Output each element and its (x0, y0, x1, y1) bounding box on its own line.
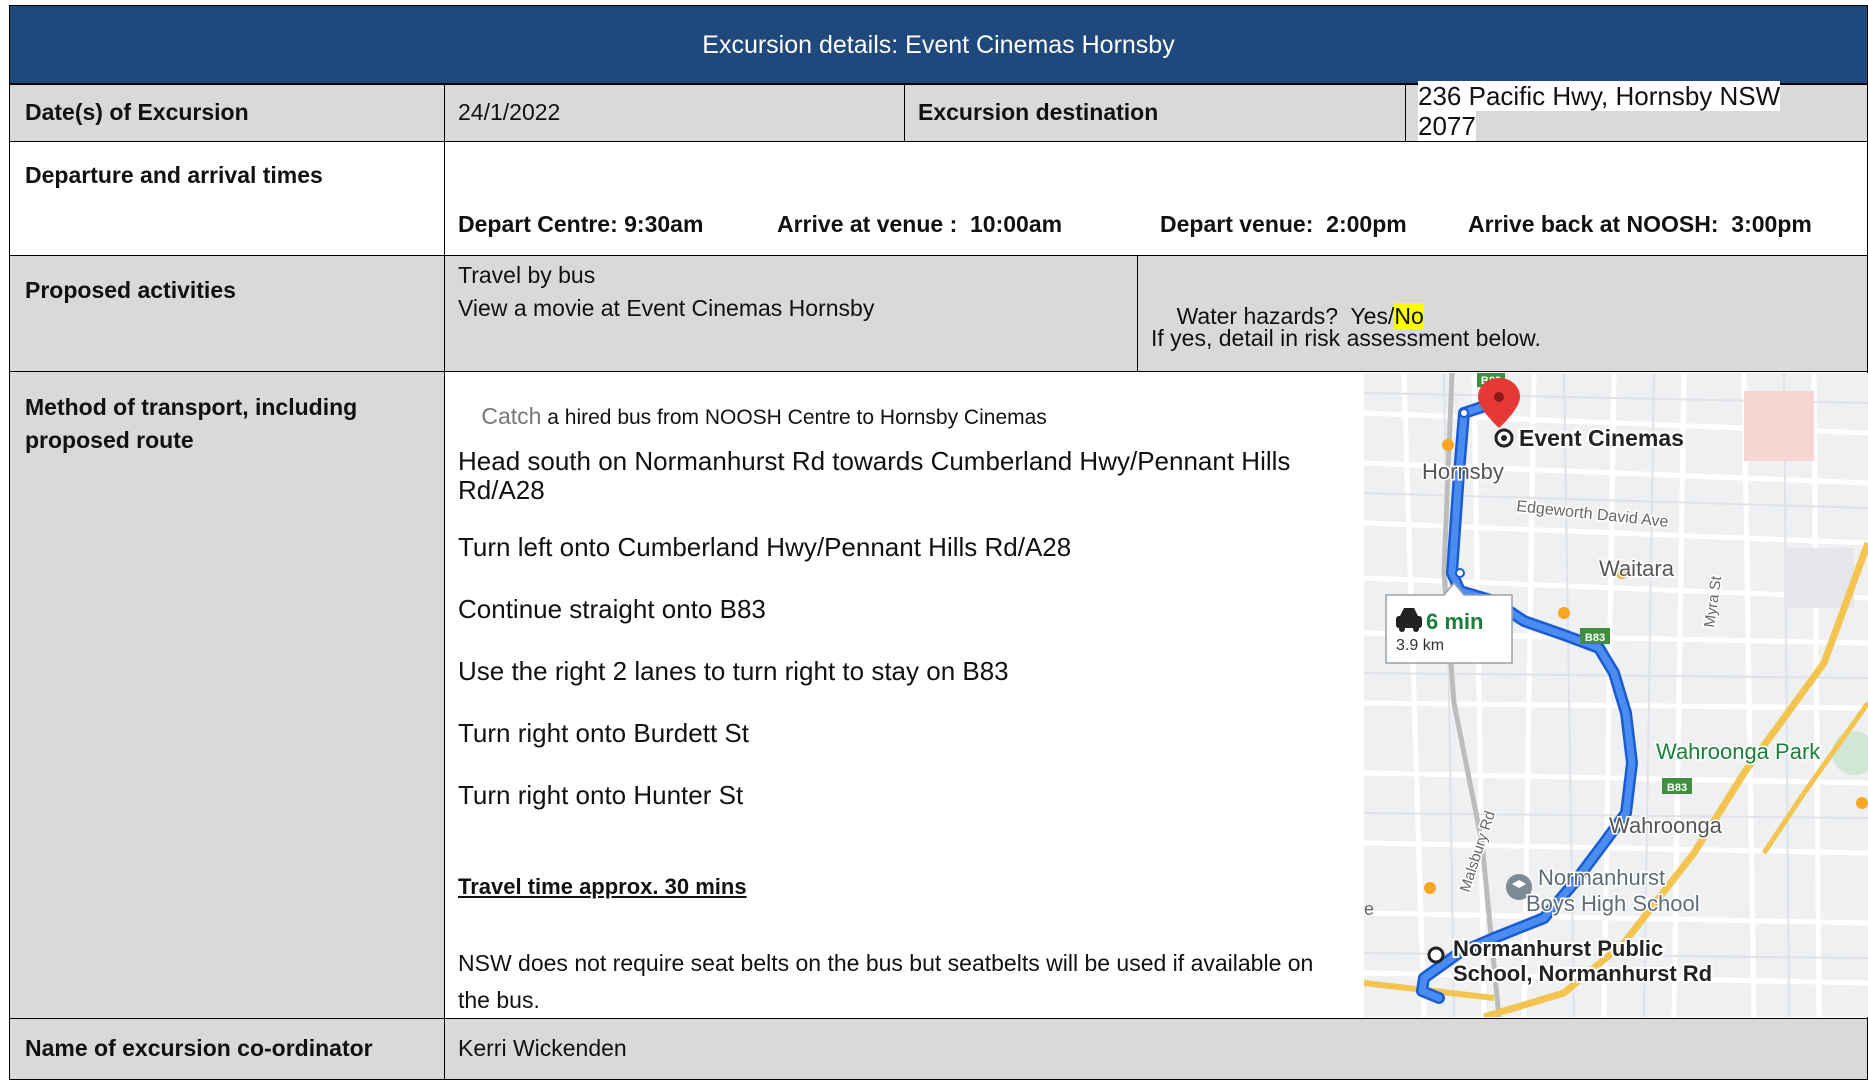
route-duration: 6 min (1426, 609, 1483, 634)
map-label-wahroonga: Wahroonga (1609, 813, 1723, 838)
dates-value: 24/1/2022 (458, 99, 561, 125)
route-map: B83 B83 B83 Event Cinemas Hornsby Edgewo… (1364, 373, 1868, 1017)
dates-label-cell: Date(s) of Excursion (9, 84, 445, 142)
route-steps: Head south on Normanhurst Rd towards Cum… (458, 447, 1328, 843)
route-distance: 3.9 km (1396, 637, 1444, 654)
map-label-boys-high-1: Normanhurst (1538, 865, 1665, 890)
svg-text:B83: B83 (1585, 632, 1605, 644)
origin-marker-icon (1427, 946, 1445, 964)
transport-label: Method of transport, including proposed … (25, 391, 357, 457)
catch-rest: a hired bus from NOOSH Centre to Hornsby… (541, 406, 1047, 429)
travel-time: Travel time approx. 30 mins (458, 874, 747, 899)
destination-line2: 2077 (1418, 111, 1476, 141)
map-label-event-cinemas: Event Cinemas (1519, 425, 1684, 451)
activities-label: Proposed activities (25, 277, 236, 303)
destination-label: Excursion destination (918, 99, 1159, 125)
water-hazards-cell: Water hazards? Yes/No If yes, detail in … (1137, 255, 1868, 372)
activities-label-cell: Proposed activities (9, 255, 445, 372)
dates-label: Date(s) of Excursion (25, 99, 249, 125)
depart-centre-time: Depart Centre: 9:30am (458, 211, 704, 237)
water-hazards-note: If yes, detail in risk assessment below. (1151, 325, 1541, 351)
depart-venue-time: Depart venue: 2:00pm (1160, 211, 1407, 237)
coordinator-value-cell: Kerri Wickenden (444, 1018, 1868, 1080)
b83-shield: B83 (1662, 778, 1692, 794)
route-step: Turn left onto Cumberland Hwy/Pennant Hi… (458, 532, 1072, 562)
arrive-venue-time: Arrive at venue : 10:00am (777, 211, 1063, 237)
map-label-origin-2: School, Normanhurst Rd (1453, 961, 1712, 986)
route-step: Turn right onto Burdett St (458, 718, 749, 748)
destination-address: 236 Pacific Hwy, Hornsby NSW 2077 (1418, 81, 1858, 141)
times-value-cell: Depart Centre: 9:30am Arrive at venue : … (444, 141, 1868, 256)
coordinator-value: Kerri Wickenden (458, 1035, 627, 1061)
b83-shield: B83 (1580, 628, 1610, 644)
dates-value-cell: 24/1/2022 (444, 84, 905, 142)
route-step: Head south on Normanhurst Rd towards Cum… (458, 446, 1291, 505)
map-label-waitara: Waitara (1599, 556, 1675, 581)
seatbelt-note: NSW does not require seat belts on the b… (458, 950, 1314, 1013)
route-step: Turn right onto Hunter St (458, 780, 744, 810)
coordinator-label-cell: Name of excursion co-ordinator (9, 1018, 445, 1080)
map-label-wahroonga-park: Wahroonga Park (1656, 739, 1821, 764)
times-label: Departure and arrival times (25, 162, 323, 188)
destination-label-cell: Excursion destination (904, 84, 1406, 142)
map-label-edge: e (1364, 899, 1374, 919)
transport-label-line1: Method of transport, including (25, 394, 358, 420)
times-label-cell: Departure and arrival times (9, 141, 445, 256)
route-duration-box: 6 min 3.9 km (1385, 581, 1513, 664)
map-label-hornsby: Hornsby (1422, 459, 1504, 484)
route-step: Use the right 2 lanes to turn right to s… (458, 656, 1009, 686)
activity-movie: View a movie at Event Cinemas Hornsby (458, 295, 875, 321)
map-label-origin-1: Normanhurst Public (1453, 936, 1663, 961)
catch-word: Catch (481, 403, 542, 429)
coordinator-label: Name of excursion co-ordinator (25, 1035, 373, 1061)
catch-line: Catch a hired bus from NOOSH Centre to H… (458, 379, 1047, 454)
transport-label-line2: proposed route (25, 427, 194, 453)
map-label-boys-high-2: Boys High School (1526, 891, 1700, 916)
arrive-back-time: Arrive back at NOOSH: 3:00pm (1468, 211, 1812, 237)
activity-travel: Travel by bus (458, 262, 596, 288)
activities-value-cell: Travel by bus View a movie at Event Cine… (444, 255, 1138, 372)
page-title: Excursion details: Event Cinemas Hornsby (9, 5, 1868, 84)
route-step: Continue straight onto B83 (458, 594, 766, 624)
destination-value-cell: 236 Pacific Hwy, Hornsby NSW 2077 (1405, 81, 1868, 142)
map-svg: B83 B83 B83 Event Cinemas Hornsby Edgewo… (1364, 373, 1868, 1017)
destination-line1: 236 Pacific Hwy, Hornsby NSW (1418, 81, 1781, 111)
svg-text:B83: B83 (1667, 782, 1687, 794)
transport-label-cell: Method of transport, including proposed … (9, 371, 445, 1019)
